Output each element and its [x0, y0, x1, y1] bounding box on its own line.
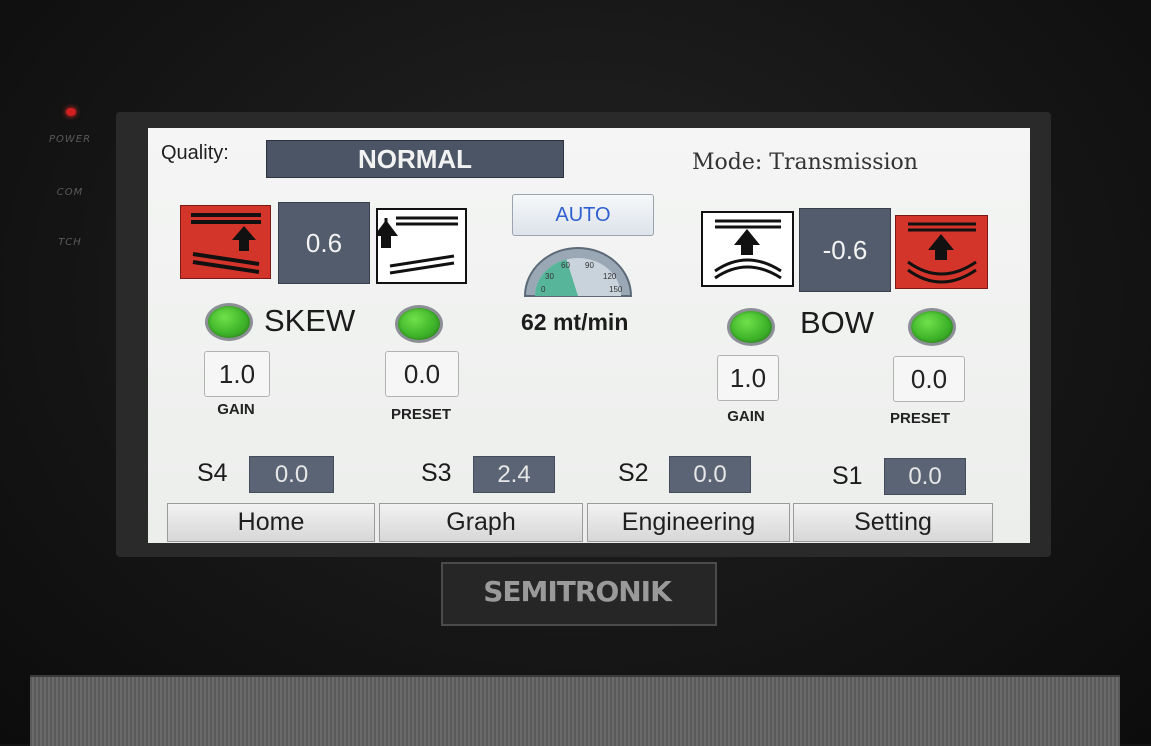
skew-value-display: 0.6: [278, 202, 370, 284]
speaker-grille: [30, 675, 1120, 746]
skew-gain-caption: GAIN: [217, 401, 255, 418]
sensor-s1-label: S1: [832, 462, 863, 490]
sensor-s1-value: 0.0: [884, 458, 966, 495]
bow-preset-caption: PRESET: [889, 410, 950, 427]
nav-setting-button[interactable]: Setting: [793, 503, 993, 542]
speed-gauge: 0 30 60 90 120 150: [521, 246, 635, 298]
skew-right-status-led[interactable]: [395, 305, 443, 343]
quality-value-field[interactable]: NORMAL: [266, 140, 564, 178]
nav-engineering-button[interactable]: Engineering: [587, 503, 790, 542]
speed-gauge-icon: 0 30 60 90 120 150: [523, 247, 633, 297]
bow-motor-icon: [714, 219, 782, 280]
bow-gain-caption: GAIN: [727, 408, 765, 425]
gauge-tick-label: 30: [545, 272, 554, 281]
gauge-tick-label: 120: [603, 272, 617, 281]
sensor-s4-label: S4: [197, 459, 228, 487]
quality-label: Quality:: [161, 142, 229, 164]
nav-home-button[interactable]: Home: [167, 503, 375, 542]
gauge-tick-label: 0: [541, 285, 546, 294]
bow-left-status-led[interactable]: [727, 308, 775, 346]
skew-left-motor-button[interactable]: [180, 205, 271, 279]
touch-indicator-label: TCH: [58, 237, 82, 248]
bow-right-motor-button[interactable]: [895, 215, 988, 289]
gauge-tick-label: 150: [609, 285, 623, 294]
line-speed-readout: 62 mt/min: [521, 309, 629, 335]
skew-left-status-led[interactable]: [205, 303, 253, 341]
gauge-tick-label: 60: [561, 261, 570, 270]
skew-motor-icon: [374, 216, 458, 275]
sensor-s3-label: S3: [421, 459, 452, 487]
skew-label: SKEW: [264, 303, 356, 338]
sensor-s4-value: 0.0: [249, 456, 334, 493]
skew-motor-icon: [191, 213, 261, 274]
brand-logo: SEMITRONIK: [483, 575, 672, 608]
power-indicator-label: POWER: [48, 134, 92, 145]
power-led-icon: [66, 108, 76, 116]
bow-left-motor-button[interactable]: [701, 211, 794, 287]
skew-gain-input[interactable]: 1.0: [204, 351, 270, 397]
bow-value-display: -0.6: [799, 208, 891, 292]
bow-right-status-led[interactable]: [908, 308, 956, 346]
skew-preset-input[interactable]: 0.0: [385, 351, 459, 397]
bow-label: BOW: [800, 305, 875, 340]
sensor-s2-label: S2: [618, 459, 649, 487]
bow-gain-input[interactable]: 1.0: [717, 355, 779, 401]
sensor-s2-value: 0.0: [669, 456, 751, 493]
bow-motor-icon: [907, 222, 977, 284]
mode-label: Mode: Transmission: [692, 150, 918, 175]
com-indicator-label: COM: [56, 187, 84, 198]
skew-right-motor-button[interactable]: [374, 208, 467, 284]
nav-graph-button[interactable]: Graph: [379, 503, 583, 542]
bow-preset-input[interactable]: 0.0: [893, 356, 965, 402]
gauge-tick-label: 90: [585, 261, 594, 270]
sensor-s3-value: 2.4: [473, 456, 555, 493]
auto-mode-button[interactable]: AUTO: [512, 194, 654, 236]
skew-preset-caption: PRESET: [390, 406, 451, 423]
